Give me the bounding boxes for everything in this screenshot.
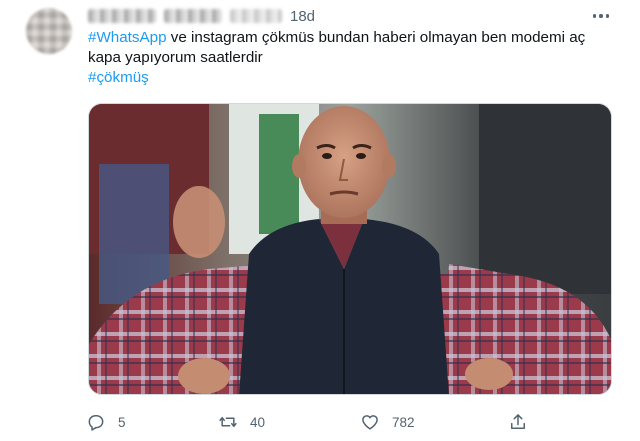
more-dots-icon[interactable] — [590, 9, 612, 23]
tweet-card[interactable]: 18d #WhatsApp ve instagram çökmüs bundan… — [0, 0, 640, 441]
tweet-text-line2: kapa yapıyorum saatlerdir — [88, 49, 263, 66]
share-button[interactable] — [508, 408, 528, 436]
blurred-username[interactable] — [164, 9, 222, 23]
retweet-button[interactable]: 40 — [218, 408, 265, 436]
tweet-timestamp[interactable]: 18d — [290, 8, 315, 25]
tweet-media-image[interactable] — [88, 103, 612, 395]
like-count: 782 — [392, 414, 415, 430]
reply-button[interactable]: 5 — [86, 408, 126, 436]
reply-icon — [88, 415, 104, 431]
tweet-header: 18d — [88, 6, 315, 26]
tweet-text: #WhatsApp ve instagram çökmüs bundan hab… — [88, 28, 628, 88]
blurred-handle — [230, 9, 282, 23]
reply-count: 5 — [118, 414, 126, 430]
hashtag-cokmus[interactable]: #çökmüş — [88, 69, 149, 86]
heart-icon — [362, 415, 378, 430]
tweet-text-line1: ve instagram çökmüs bundan haberi olmaya… — [170, 29, 586, 46]
hashtag-whatsapp[interactable]: #WhatsApp — [88, 29, 167, 46]
avatar[interactable] — [26, 8, 72, 54]
share-icon — [511, 414, 525, 429]
blurred-display-name[interactable] — [88, 9, 156, 23]
retweet-icon — [219, 416, 237, 428]
meme-photo — [89, 104, 611, 394]
retweet-count: 40 — [250, 414, 266, 430]
like-button[interactable]: 782 — [360, 408, 415, 436]
tweet-actions-bar: 5 40 782 — [80, 408, 540, 436]
